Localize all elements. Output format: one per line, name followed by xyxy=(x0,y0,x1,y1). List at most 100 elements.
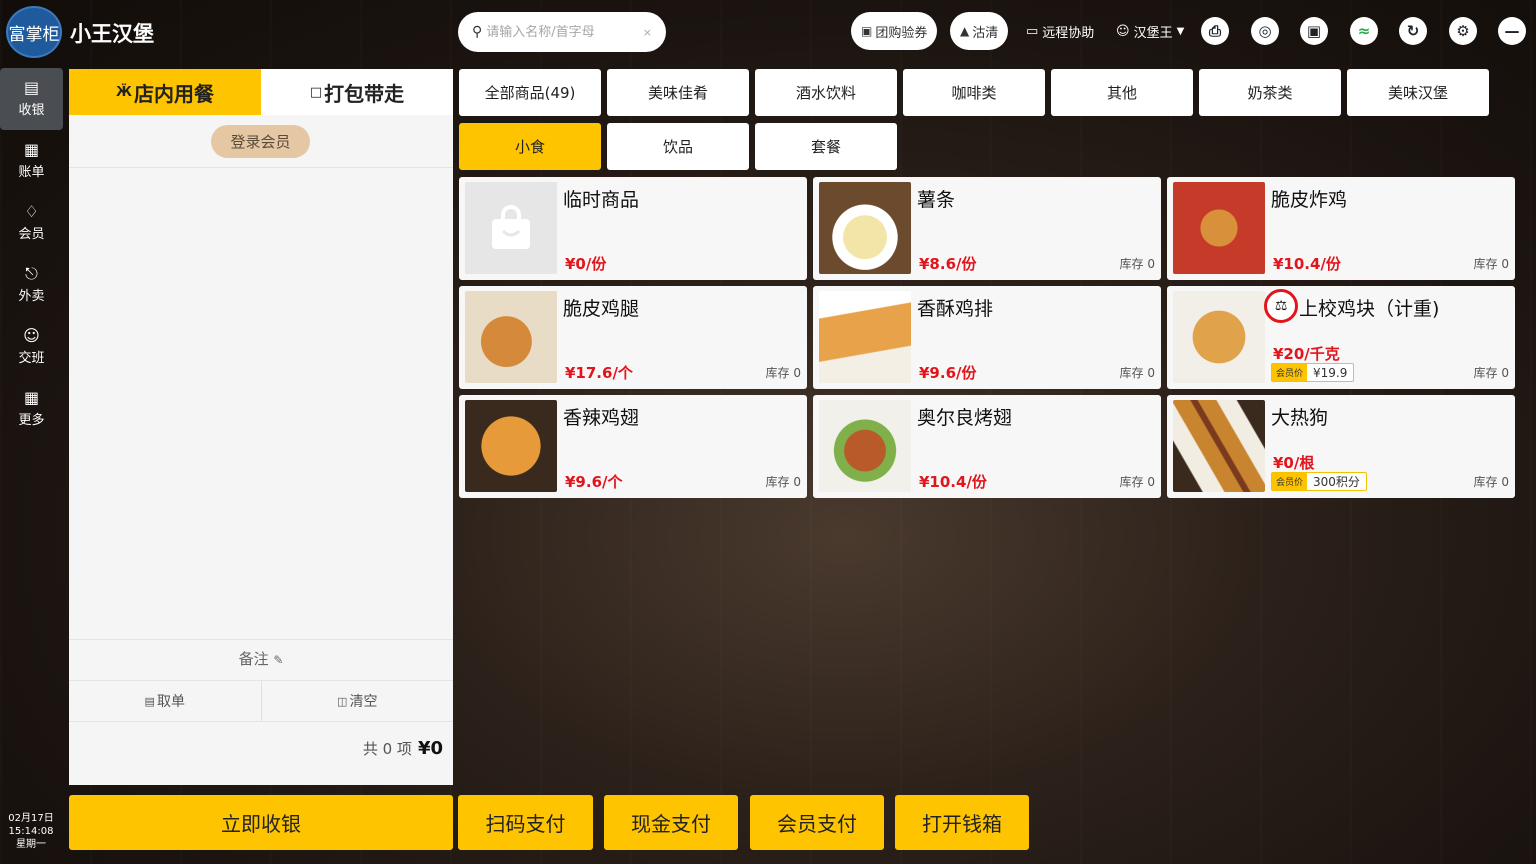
scale-icon: ⚖ xyxy=(1264,289,1298,323)
ticket-icon: ▣ xyxy=(861,24,873,38)
group-buy-button[interactable]: ▣ 团购验券 xyxy=(851,12,938,50)
item-count: 共 0 项 xyxy=(362,740,412,758)
note-button[interactable]: 备注 ✎ xyxy=(69,648,453,669)
category-tab[interactable]: 酒水饮料 xyxy=(755,69,897,116)
category-tab-selected[interactable]: 小食 xyxy=(459,123,601,170)
time-text: 15:14:08 xyxy=(8,826,54,837)
logo-text: 富掌柜 xyxy=(8,24,60,45)
product-name: 脆皮炸鸡 xyxy=(1271,189,1348,211)
category-tab[interactable]: 饮品 xyxy=(607,123,749,170)
stock-count: 库存 0 xyxy=(1119,257,1155,271)
product-price: ¥9.6/个 xyxy=(565,473,623,491)
sold-out-button[interactable]: ▲ 沽清 xyxy=(950,12,1009,50)
sidebar-item-delivery[interactable]: ⎋ 外卖 xyxy=(0,254,63,316)
date-text: 02月17日 xyxy=(8,813,54,824)
product-card[interactable]: 香酥鸡排 ¥9.6/份 库存 0 xyxy=(813,286,1161,389)
product-card[interactable]: 脆皮鸡腿 ¥17.6/个 库存 0 xyxy=(459,286,807,389)
printer-icon[interactable]: ⎙ xyxy=(1201,17,1229,45)
search-input[interactable] xyxy=(486,24,627,40)
divider xyxy=(69,167,453,168)
wifi-icon[interactable]: ≈ xyxy=(1350,17,1378,45)
category-tab[interactable]: 奶茶类 xyxy=(1199,69,1341,116)
stock-count: 库存 0 xyxy=(765,475,801,489)
more-icon: ▦ xyxy=(23,388,40,407)
tab-dine-in-label: 店内用餐 xyxy=(133,81,214,106)
order-actions: ▤ 取单 ◫ 清空 xyxy=(69,681,453,721)
product-name: 上校鸡块（计重) xyxy=(1299,298,1440,320)
clear-search-icon[interactable]: × xyxy=(643,26,652,39)
product-card[interactable]: 香辣鸡翅 ¥9.6/个 库存 0 xyxy=(459,395,807,498)
product-card[interactable]: 临时商品 ¥0/份 xyxy=(459,177,807,280)
screen-icon[interactable]: ▣ xyxy=(1300,17,1328,45)
product-card[interactable]: 大热狗 ¥0/根 会员价 300积分 库存 0 xyxy=(1167,395,1515,498)
product-card[interactable]: 脆皮炸鸡 ¥10.4/份 库存 0 xyxy=(1167,177,1515,280)
cash-pay-button[interactable]: 现金支付 xyxy=(604,795,738,850)
member-pay-button[interactable]: 会员支付 xyxy=(750,795,884,850)
product-name: 大热狗 xyxy=(1271,407,1329,429)
order-total: 共 0 项 ¥0 xyxy=(69,738,443,759)
fork-icon: Ӝ xyxy=(116,84,132,100)
user-name: 汉堡王 xyxy=(1133,26,1173,41)
product-card[interactable]: ⚖ 上校鸡块（计重) ¥20/千克 会员价 ¥19.9 库存 0 xyxy=(1167,286,1515,389)
note-label: 备注 xyxy=(238,650,269,668)
product-name: 香辣鸡翅 xyxy=(563,407,640,429)
user-menu[interactable]: ☺ 汉堡王 ▼ xyxy=(1116,22,1184,41)
sidebar: ▤ 收银 ▦ 账单 ♢ 会员 ⎋ 外卖 ☺ 交班 ▦ 更多 xyxy=(0,68,64,440)
product-price: ¥0/根 xyxy=(1273,454,1315,472)
product-card[interactable]: 奥尔良烤翅 ¥10.4/份 库存 0 xyxy=(813,395,1161,498)
member-price-badge: 会员价 300积分 xyxy=(1271,472,1367,491)
sidebar-item-shift[interactable]: ☺ 交班 xyxy=(0,316,63,378)
remote-assist-button[interactable]: ▭ 远程协助 xyxy=(1026,22,1094,41)
roasted-wings-image xyxy=(819,400,911,492)
clear-button[interactable]: ◫ 清空 xyxy=(262,681,454,721)
tab-dine-in[interactable]: Ӝ 店内用餐 xyxy=(69,69,261,115)
category-tab[interactable]: 美味汉堡 xyxy=(1347,69,1489,116)
category-tab[interactable]: 全部商品(49) xyxy=(459,69,601,116)
category-tab[interactable]: 咖啡类 xyxy=(903,69,1045,116)
scan-pay-button[interactable]: 扫码支付 xyxy=(458,795,593,850)
member-icon: ♢ xyxy=(24,202,39,221)
minimize-icon[interactable]: — xyxy=(1498,17,1526,45)
category-tab[interactable]: 其他 xyxy=(1051,69,1193,116)
search-box[interactable]: ⚲ × xyxy=(458,12,666,52)
settings-icon[interactable]: ⚙ xyxy=(1449,17,1477,45)
sidebar-item-members[interactable]: ♢ 会员 xyxy=(0,192,63,254)
clock: 02月17日 15:14:08 星期一 xyxy=(0,812,62,851)
login-member-button[interactable]: 登录会员 xyxy=(211,125,310,158)
product-price: ¥10.4/份 xyxy=(919,473,987,491)
open-cash-drawer-button[interactable]: 打开钱箱 xyxy=(895,795,1029,850)
sidebar-item-more[interactable]: ▦ 更多 xyxy=(0,378,63,440)
chicken-leg-image xyxy=(465,291,557,383)
tab-takeout[interactable]: □ 打包带走 xyxy=(261,69,453,115)
shift-icon: ☺ xyxy=(23,326,40,345)
sidebar-item-label: 账单 xyxy=(18,165,45,180)
category-tab[interactable]: 美味佳肴 xyxy=(607,69,749,116)
chicken-nuggets-image xyxy=(1173,291,1265,383)
sidebar-item-label: 更多 xyxy=(18,413,45,428)
headset-icon[interactable]: ◎ xyxy=(1251,17,1279,45)
weekday-text: 星期一 xyxy=(16,839,46,850)
product-name: 薯条 xyxy=(917,189,956,211)
shopping-bag-icon xyxy=(465,182,557,274)
member-price-label: 会员价 xyxy=(1272,473,1308,490)
remote-assist-label: 远程协助 xyxy=(1042,26,1095,41)
product-card[interactable]: 薯条 ¥8.6/份 库存 0 xyxy=(813,177,1161,280)
chicken-cutlet-image xyxy=(819,291,911,383)
sidebar-item-bills[interactable]: ▦ 账单 xyxy=(0,130,63,192)
divider xyxy=(69,639,453,640)
sidebar-item-cashier[interactable]: ▤ 收银 xyxy=(0,68,63,130)
category-tab[interactable]: 套餐 xyxy=(755,123,897,170)
product-price: ¥8.6/份 xyxy=(919,255,977,273)
trash-icon: ◫ xyxy=(337,694,348,708)
checkout-button[interactable]: 立即收银 xyxy=(69,795,453,850)
delivery-icon: ⎋ xyxy=(25,264,38,283)
sold-out-label: 沽清 xyxy=(972,25,999,41)
stock-count: 库存 0 xyxy=(1119,475,1155,489)
user-icon: ☺ xyxy=(1116,24,1130,39)
sidebar-item-label: 收银 xyxy=(18,103,45,118)
box-icon: ▲ xyxy=(960,24,970,38)
product-price: ¥20/千克 xyxy=(1273,345,1340,363)
refresh-icon[interactable]: ↻ xyxy=(1399,17,1427,45)
member-price-label: 会员价 xyxy=(1272,364,1308,381)
take-order-button[interactable]: ▤ 取单 xyxy=(69,681,262,721)
